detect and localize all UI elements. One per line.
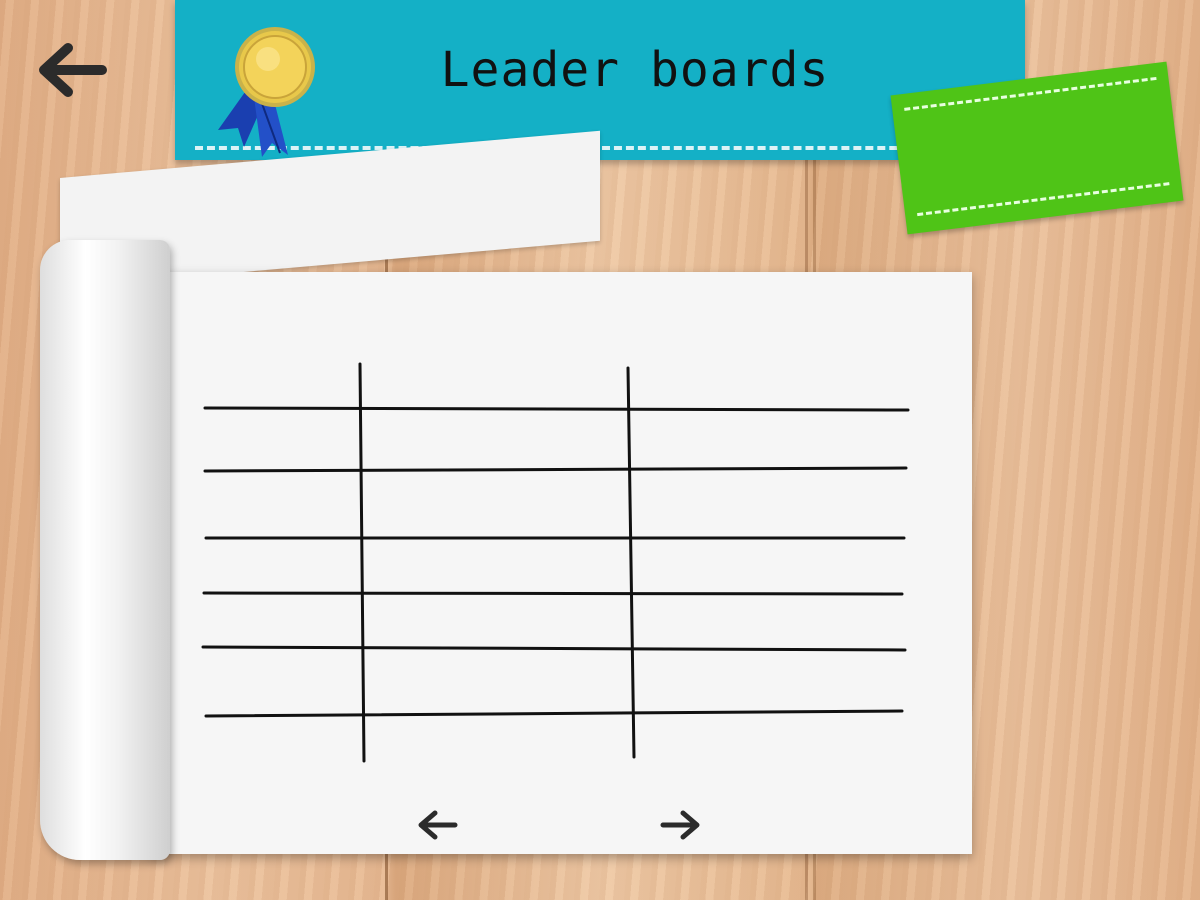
next-page-button[interactable] — [655, 805, 705, 845]
table-row — [215, 595, 355, 647]
prev-page-button[interactable] — [413, 805, 463, 845]
table-row — [372, 716, 622, 768]
page-title: Leader boards — [440, 42, 830, 98]
table-header-rank — [215, 410, 355, 462]
table-row — [215, 652, 355, 704]
table-header-score — [642, 410, 897, 462]
table-row — [215, 716, 355, 768]
arrow-left-icon — [39, 43, 107, 97]
back-button[interactable] — [30, 30, 120, 110]
table-row — [642, 540, 897, 592]
table-header-name — [372, 410, 622, 462]
paper-curl — [40, 240, 170, 860]
table-row — [642, 716, 897, 768]
table-row — [372, 540, 622, 592]
table-row — [372, 652, 622, 704]
table-row — [372, 595, 622, 647]
table-row — [372, 478, 622, 530]
table-row — [642, 652, 897, 704]
gold-medal-icon — [210, 25, 320, 160]
arrow-right-icon — [660, 810, 700, 840]
table-row — [642, 595, 897, 647]
table-row — [215, 540, 355, 592]
table-row — [215, 478, 355, 530]
table-row — [642, 478, 897, 530]
arrow-left-icon — [418, 810, 458, 840]
